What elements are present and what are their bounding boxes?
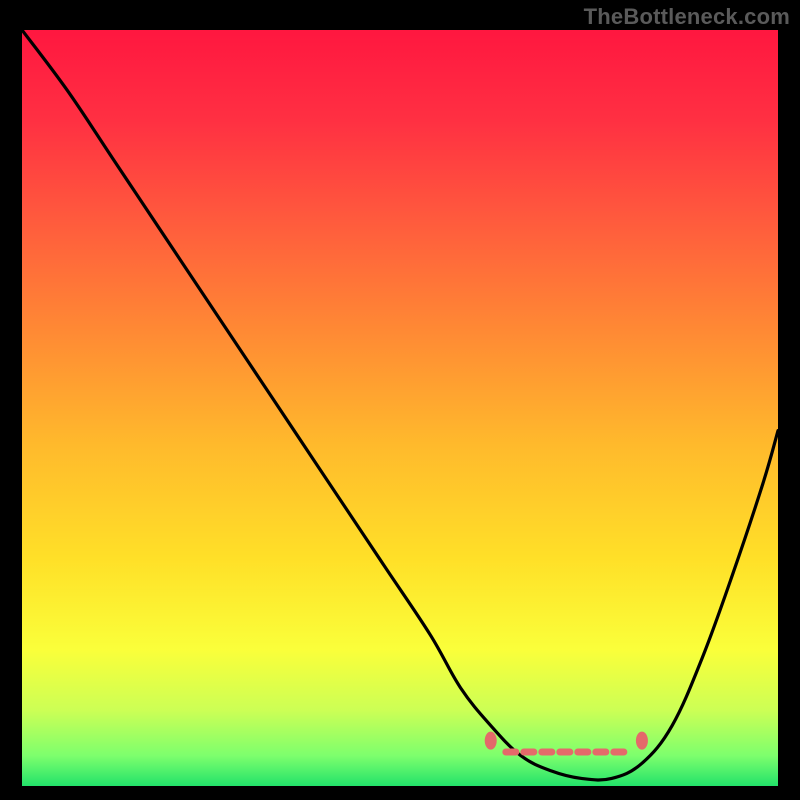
chart-plot [22,30,778,786]
plateau-end-marker [636,732,648,750]
gradient-background [22,30,778,786]
chart-svg [22,30,778,786]
chart-frame: TheBottleneck.com [0,0,800,800]
plateau-start-marker [485,732,497,750]
watermark-text: TheBottleneck.com [584,4,790,30]
